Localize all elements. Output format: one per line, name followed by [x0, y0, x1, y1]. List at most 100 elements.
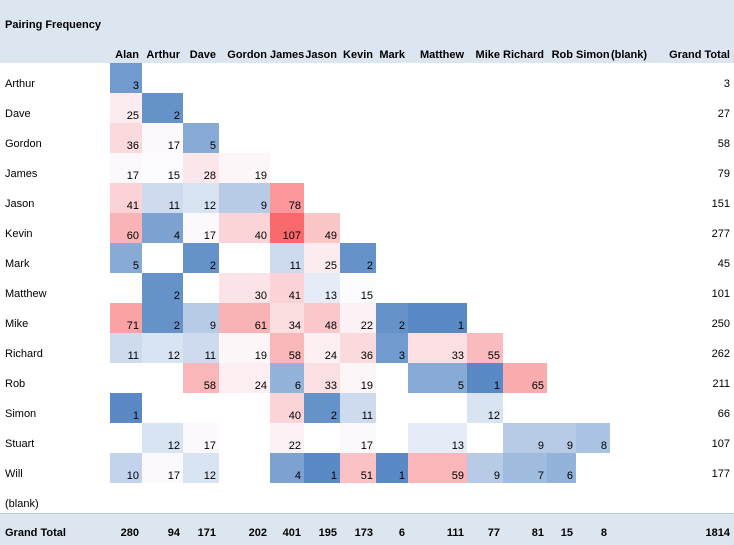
- heatmap-cell[interactable]: 5: [408, 363, 467, 393]
- heatmap-cell[interactable]: 8: [576, 423, 610, 453]
- heatmap-cell[interactable]: 10: [110, 453, 142, 483]
- heatmap-cell[interactable]: 24: [219, 363, 270, 393]
- heatmap-cell[interactable]: 24: [304, 333, 340, 363]
- heatmap-cell[interactable]: 55: [467, 333, 503, 363]
- column-header[interactable]: Jason: [304, 49, 337, 61]
- row-header[interactable]: (blank): [5, 498, 39, 510]
- heatmap-cell[interactable]: 9: [547, 423, 576, 453]
- heatmap-cell[interactable]: 2: [142, 93, 183, 123]
- row-header[interactable]: Will: [5, 468, 23, 480]
- row-header[interactable]: Jason: [5, 198, 34, 210]
- heatmap-cell[interactable]: 12: [142, 423, 183, 453]
- heatmap-cell[interactable]: 49: [304, 213, 340, 243]
- row-header[interactable]: Mike: [5, 318, 28, 330]
- heatmap-cell[interactable]: 9: [219, 183, 270, 213]
- heatmap-cell[interactable]: 61: [219, 303, 270, 333]
- heatmap-cell[interactable]: 22: [270, 423, 304, 453]
- heatmap-cell[interactable]: 5: [110, 243, 142, 273]
- heatmap-cell[interactable]: 9: [467, 453, 503, 483]
- row-header[interactable]: James: [5, 168, 37, 180]
- column-header[interactable]: Matthew: [408, 49, 464, 61]
- heatmap-cell[interactable]: 12: [142, 333, 183, 363]
- heatmap-cell[interactable]: 1: [110, 393, 142, 423]
- heatmap-cell[interactable]: 25: [110, 93, 142, 123]
- row-header[interactable]: Simon: [5, 408, 36, 420]
- row-header[interactable]: Rob: [5, 378, 25, 390]
- heatmap-cell[interactable]: 13: [304, 273, 340, 303]
- heatmap-cell[interactable]: 17: [183, 423, 219, 453]
- heatmap-cell[interactable]: 17: [142, 123, 183, 153]
- heatmap-cell[interactable]: 34: [270, 303, 304, 333]
- heatmap-cell[interactable]: 41: [270, 273, 304, 303]
- row-header[interactable]: Kevin: [5, 228, 33, 240]
- heatmap-cell[interactable]: 11: [142, 183, 183, 213]
- heatmap-cell[interactable]: 6: [547, 453, 576, 483]
- row-header[interactable]: Mark: [5, 258, 29, 270]
- heatmap-cell[interactable]: 3: [110, 63, 142, 93]
- heatmap-cell[interactable]: 11: [110, 333, 142, 363]
- heatmap-cell[interactable]: 12: [183, 453, 219, 483]
- heatmap-cell[interactable]: 59: [408, 453, 467, 483]
- heatmap-cell[interactable]: 7: [503, 453, 547, 483]
- column-header[interactable]: Alan: [110, 49, 139, 61]
- heatmap-cell[interactable]: 36: [110, 123, 142, 153]
- heatmap-cell[interactable]: 11: [270, 243, 304, 273]
- heatmap-cell[interactable]: 17: [183, 213, 219, 243]
- heatmap-cell[interactable]: 33: [408, 333, 467, 363]
- row-header[interactable]: Arthur: [5, 78, 35, 90]
- heatmap-cell[interactable]: 2: [183, 243, 219, 273]
- heatmap-cell[interactable]: 71: [110, 303, 142, 333]
- row-header[interactable]: Dave: [5, 108, 31, 120]
- heatmap-cell[interactable]: 40: [270, 393, 304, 423]
- heatmap-cell[interactable]: 19: [219, 333, 270, 363]
- heatmap-cell[interactable]: 1: [467, 363, 503, 393]
- heatmap-cell[interactable]: 4: [270, 453, 304, 483]
- heatmap-cell[interactable]: 22: [340, 303, 376, 333]
- column-header[interactable]: Mark: [376, 49, 405, 61]
- heatmap-cell[interactable]: 36: [340, 333, 376, 363]
- heatmap-cell[interactable]: 30: [219, 273, 270, 303]
- heatmap-cell[interactable]: 28: [183, 153, 219, 183]
- heatmap-cell[interactable]: 58: [183, 363, 219, 393]
- heatmap-cell[interactable]: 19: [219, 153, 270, 183]
- heatmap-cell[interactable]: 6: [270, 363, 304, 393]
- column-header[interactable]: Arthur: [142, 49, 180, 61]
- heatmap-cell[interactable]: 48: [304, 303, 340, 333]
- row-header[interactable]: Gordon: [5, 138, 42, 150]
- row-header[interactable]: Richard: [5, 348, 43, 360]
- column-header[interactable]: Simon: [576, 49, 610, 61]
- heatmap-cell[interactable]: 19: [340, 363, 376, 393]
- row-header[interactable]: Stuart: [5, 438, 34, 450]
- heatmap-cell[interactable]: 2: [142, 273, 183, 303]
- heatmap-cell[interactable]: 12: [183, 183, 219, 213]
- heatmap-cell[interactable]: 1: [376, 453, 408, 483]
- heatmap-cell[interactable]: 58: [270, 333, 304, 363]
- heatmap-cell[interactable]: 17: [340, 423, 376, 453]
- heatmap-cell[interactable]: 78: [270, 183, 304, 213]
- column-header[interactable]: Kevin: [340, 49, 373, 61]
- heatmap-cell[interactable]: 17: [142, 453, 183, 483]
- heatmap-cell[interactable]: 13: [408, 423, 467, 453]
- heatmap-cell[interactable]: 33: [304, 363, 340, 393]
- heatmap-cell[interactable]: 12: [467, 393, 503, 423]
- heatmap-cell[interactable]: 9: [183, 303, 219, 333]
- column-header[interactable]: James: [270, 49, 304, 61]
- heatmap-cell[interactable]: 9: [503, 423, 547, 453]
- column-header[interactable]: Gordon: [219, 49, 267, 61]
- heatmap-cell[interactable]: 107: [270, 213, 304, 243]
- heatmap-cell[interactable]: 4: [142, 213, 183, 243]
- heatmap-cell[interactable]: 17: [110, 153, 142, 183]
- heatmap-cell[interactable]: 65: [503, 363, 547, 393]
- heatmap-cell[interactable]: 41: [110, 183, 142, 213]
- row-header[interactable]: Matthew: [5, 288, 47, 300]
- heatmap-cell[interactable]: 1: [304, 453, 340, 483]
- heatmap-cell[interactable]: 3: [376, 333, 408, 363]
- heatmap-cell[interactable]: 40: [219, 213, 270, 243]
- heatmap-cell[interactable]: 1: [408, 303, 467, 333]
- heatmap-cell[interactable]: 51: [340, 453, 376, 483]
- heatmap-cell[interactable]: 2: [340, 243, 376, 273]
- heatmap-cell[interactable]: 25: [304, 243, 340, 273]
- column-header[interactable]: Dave: [183, 49, 216, 61]
- heatmap-cell[interactable]: 11: [183, 333, 219, 363]
- heatmap-cell[interactable]: 2: [142, 303, 183, 333]
